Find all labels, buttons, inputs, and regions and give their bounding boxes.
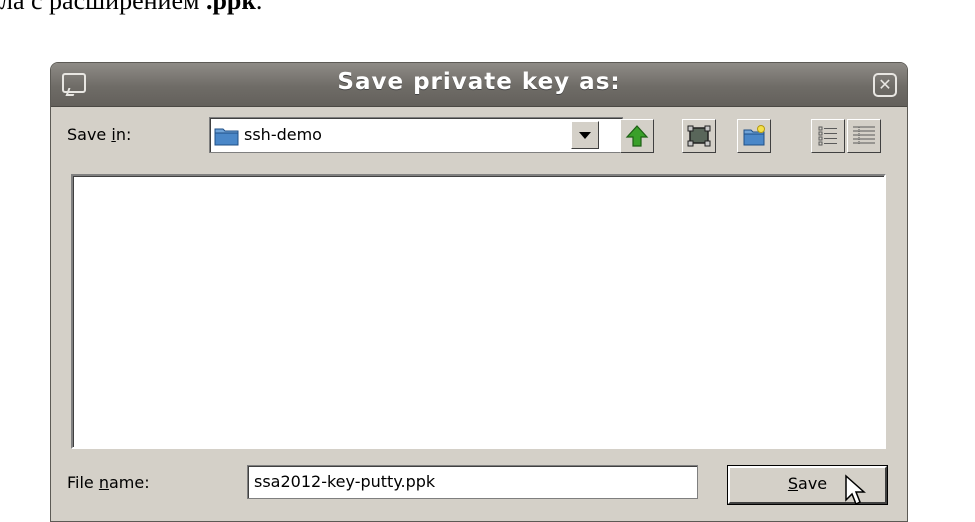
save-in-value: ssh-demo (244, 125, 322, 144)
save-button-mnemonic: S (787, 474, 799, 493)
file-name-label: File name: (67, 473, 150, 492)
new-folder-button[interactable] (737, 119, 771, 153)
details-view-icon (853, 126, 875, 145)
list-view-button[interactable] (811, 119, 845, 153)
mouse-pointer-icon (845, 474, 866, 506)
document-text-prefix: ла с расширением (0, 0, 206, 15)
list-view-icon (818, 126, 837, 146)
close-button[interactable]: ✕ (873, 73, 897, 97)
file-name-label-part: File (67, 473, 99, 492)
save-in-label-part: n: (115, 125, 132, 144)
save-in-label-part: Save (67, 125, 112, 144)
file-list[interactable] (71, 174, 886, 449)
document-text-extension: .ppk (205, 0, 256, 15)
dialog-title: Save private key as: (337, 69, 621, 95)
file-name-input[interactable]: ssa2012-key-putty.ppk (247, 465, 698, 499)
file-name-value: ssa2012-key-putty.ppk (254, 472, 436, 491)
document-text: ла с расширением .ppk. (0, 0, 262, 16)
file-name-label-mnemonic: n (98, 473, 109, 492)
save-button-label: ave (798, 474, 828, 493)
file-name-label-part: ame: (109, 473, 150, 492)
save-in-dropdown[interactable]: ssh-demo (209, 117, 623, 153)
document-text-suffix: . (255, 0, 263, 15)
folder-icon (214, 128, 239, 146)
up-one-level-button[interactable] (620, 119, 654, 153)
save-in-label: Save in: (67, 125, 131, 144)
dropdown-arrow-button[interactable] (571, 121, 599, 149)
details-view-button[interactable] (847, 119, 881, 153)
desktop-icon (687, 125, 711, 147)
new-folder-icon (743, 125, 765, 146)
save-dialog: Save private key as: ✕ Save in: ssh-demo (50, 62, 908, 522)
desktop-button[interactable] (682, 119, 716, 153)
up-one-level-icon (625, 125, 649, 147)
title-bar[interactable]: Save private key as: ✕ (51, 63, 907, 107)
